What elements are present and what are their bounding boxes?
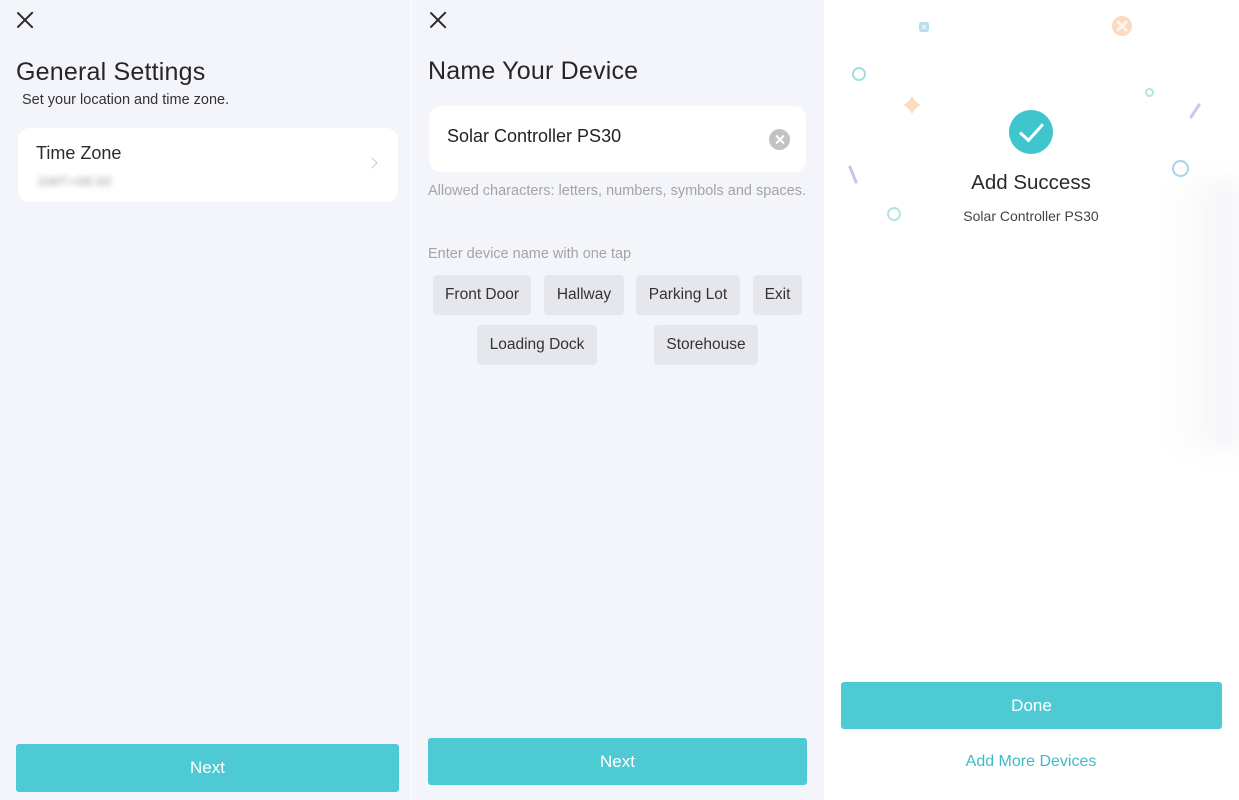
suggestion-chip[interactable]: Hallway: [544, 275, 624, 315]
suggestion-chip[interactable]: Parking Lot: [636, 275, 740, 315]
confetti-icon: [852, 67, 866, 81]
device-name-input[interactable]: [447, 126, 757, 147]
general-settings-screen: General Settings Set your location and t…: [0, 0, 411, 800]
check-icon: [1009, 110, 1053, 154]
confetti-icon: [919, 22, 929, 32]
device-name-field[interactable]: [429, 106, 806, 172]
confetti-icon: [903, 96, 921, 114]
add-more-devices-link[interactable]: Add More Devices: [825, 753, 1237, 771]
confetti-icon: [1145, 88, 1154, 97]
allowed-characters-hint: Allowed characters: letters, numbers, sy…: [428, 183, 806, 199]
page-title: Name Your Device: [428, 57, 639, 85]
done-button[interactable]: Done: [841, 682, 1222, 729]
page-title: General Settings: [16, 58, 206, 86]
add-success-screen: Add Success Solar Controller PS30 Done A…: [825, 0, 1239, 800]
next-button[interactable]: Next: [16, 744, 399, 792]
close-icon[interactable]: [427, 9, 449, 31]
next-button[interactable]: Next: [428, 738, 807, 785]
chevron-right-icon: [366, 157, 378, 169]
suggestion-chip[interactable]: Storehouse: [654, 325, 758, 365]
suggestion-chip[interactable]: Front Door: [433, 275, 531, 315]
time-zone-value: GMT+08:00: [38, 174, 112, 189]
time-zone-label: Time Zone: [36, 143, 122, 163]
page-subtitle: Set your location and time zone.: [22, 92, 230, 108]
device-name: Solar Controller PS30: [963, 208, 1099, 224]
time-zone-row[interactable]: Time Zone GMT+08:00: [18, 128, 398, 202]
name-device-screen: Name Your Device Allowed characters: let…: [412, 0, 824, 800]
suggestion-chip[interactable]: Loading Dock: [477, 325, 597, 365]
success-title: Add Success: [971, 171, 1091, 194]
confetti-icon: [1189, 103, 1201, 119]
one-tap-label: Enter device name with one tap: [428, 246, 632, 262]
close-icon[interactable]: [14, 9, 36, 31]
confetti-icon: [1112, 16, 1132, 36]
suggestion-chip[interactable]: Exit: [753, 275, 802, 315]
clear-icon[interactable]: [769, 129, 790, 150]
